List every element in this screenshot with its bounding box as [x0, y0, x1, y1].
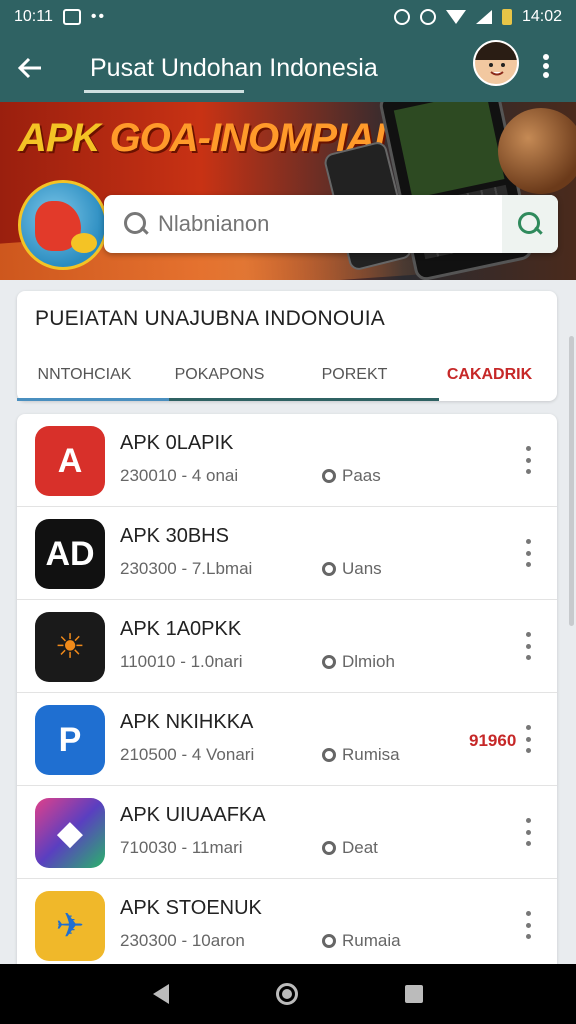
more-vert-icon[interactable]	[523, 812, 533, 852]
arrow-left-icon	[17, 57, 41, 79]
app-icon: P	[35, 705, 105, 775]
globe-logo-icon	[18, 180, 108, 270]
back-button[interactable]	[0, 34, 60, 102]
tab-porekt[interactable]: POREKT	[287, 349, 422, 401]
more-vert-icon[interactable]	[523, 533, 533, 573]
app-meta: 230300 - 10aron	[120, 931, 245, 950]
app-price: 91960	[469, 731, 517, 750]
battery-icon	[501, 9, 512, 25]
tab-indicator	[169, 398, 439, 401]
category-icon	[322, 562, 336, 576]
search-icon	[516, 210, 544, 238]
notification-dots-icon: ••	[90, 8, 107, 25]
list-item[interactable]: P APK NKIHKKA 210500 - 4 Vonari Rumisa 9…	[17, 693, 557, 786]
search-button[interactable]	[502, 195, 558, 253]
app-meta: 110010 - 1.0nari	[120, 652, 243, 671]
app-name: APK 30BHS	[120, 525, 229, 547]
vibrate-icon	[419, 9, 436, 25]
category-icon	[322, 655, 336, 669]
list-item[interactable]: ✈ APK STOENUK 230300 - 10aron Rumaia	[17, 879, 557, 972]
category-icon	[322, 934, 336, 948]
app-name: APK 1A0PKK	[120, 618, 242, 640]
avatar[interactable]	[473, 40, 519, 86]
wifi-icon	[445, 10, 466, 24]
tab-nntohciak[interactable]: NNTOHCIAK	[17, 349, 152, 401]
app-category: Uans	[322, 559, 382, 579]
app-meta: 230010 - 4 onai	[120, 466, 239, 485]
list-item[interactable]: ☀ APK 1A0PKK 110010 - 1.0nari Dlmioh	[17, 600, 557, 693]
app-category: Paas	[322, 466, 381, 486]
app-icon: ✈	[35, 891, 105, 961]
more-vert-icon[interactable]	[523, 905, 533, 945]
more-vert-icon[interactable]	[534, 46, 558, 86]
search-input[interactable]	[158, 211, 498, 237]
status-battery-text: 14:02	[521, 8, 562, 25]
search-icon	[122, 210, 150, 238]
app-meta: 230300 - 7.Lbmai	[120, 559, 253, 578]
app-name: APK STOENUK	[120, 897, 262, 919]
list-item[interactable]: ◆ APK UIUAAFKA 710030 - 11mari Deat	[17, 786, 557, 879]
section-title: PUEIATAN UNAJUBNA INDONOUIA	[35, 307, 386, 330]
app-category: Rumisa	[322, 745, 400, 765]
app-name: APK 0LAPIK	[120, 432, 234, 454]
page-title: Pusat Undohan Indonesia	[90, 53, 378, 82]
tab-pokapons[interactable]: POKAPONS	[152, 349, 287, 401]
signal-icon	[475, 10, 492, 24]
alarm-icon	[393, 9, 410, 25]
app-icon: ◆	[35, 798, 105, 868]
nav-recent-icon[interactable]	[404, 985, 423, 1003]
scrollbar[interactable]	[569, 336, 574, 626]
more-vert-icon[interactable]	[523, 626, 533, 666]
gallery-icon	[62, 9, 81, 25]
system-nav-bar	[0, 964, 576, 1024]
more-vert-icon[interactable]	[523, 440, 533, 480]
app-icon: AD	[35, 519, 105, 589]
status-bar: 10:11 •• 14:02	[0, 0, 576, 34]
tab-bar: NNTOHCIAK POKAPONS POREKT CAKADRIK	[17, 349, 557, 401]
app-meta: 710030 - 11mari	[120, 838, 243, 857]
app-name: APK UIUAAFKA	[120, 804, 266, 826]
list-item[interactable]: A APK 0LAPIK 230010 - 4 onai Paas	[17, 414, 557, 507]
category-icon	[322, 748, 336, 762]
app-category: Rumaia	[322, 931, 401, 951]
status-time: 10:11	[14, 8, 53, 25]
app-list: A APK 0LAPIK 230010 - 4 onai Paas AD APK…	[17, 414, 557, 974]
section-card: PUEIATAN UNAJUBNA INDONOUIA NNTOHCIAK PO…	[17, 291, 557, 401]
search-bar	[104, 195, 558, 253]
tab-indicator	[17, 398, 169, 401]
nav-back-icon[interactable]	[153, 984, 170, 1004]
app-category: Deat	[322, 838, 378, 858]
category-icon	[322, 469, 336, 483]
title-underline	[84, 90, 244, 93]
app-icon: ☀	[35, 612, 105, 682]
category-icon	[322, 841, 336, 855]
app-meta: 210500 - 4 Vonari	[120, 745, 255, 764]
list-item[interactable]: AD APK 30BHS 230300 - 7.Lbmai Uans	[17, 507, 557, 600]
ball-image	[498, 108, 576, 194]
nav-home-icon[interactable]	[275, 983, 298, 1005]
app-name: APK NKIHKKA	[120, 711, 254, 733]
app-category: Dlmioh	[322, 652, 395, 672]
tab-cakadrik[interactable]: CAKADRIK	[422, 349, 557, 401]
more-vert-icon[interactable]	[523, 719, 533, 759]
app-icon: A	[35, 426, 105, 496]
